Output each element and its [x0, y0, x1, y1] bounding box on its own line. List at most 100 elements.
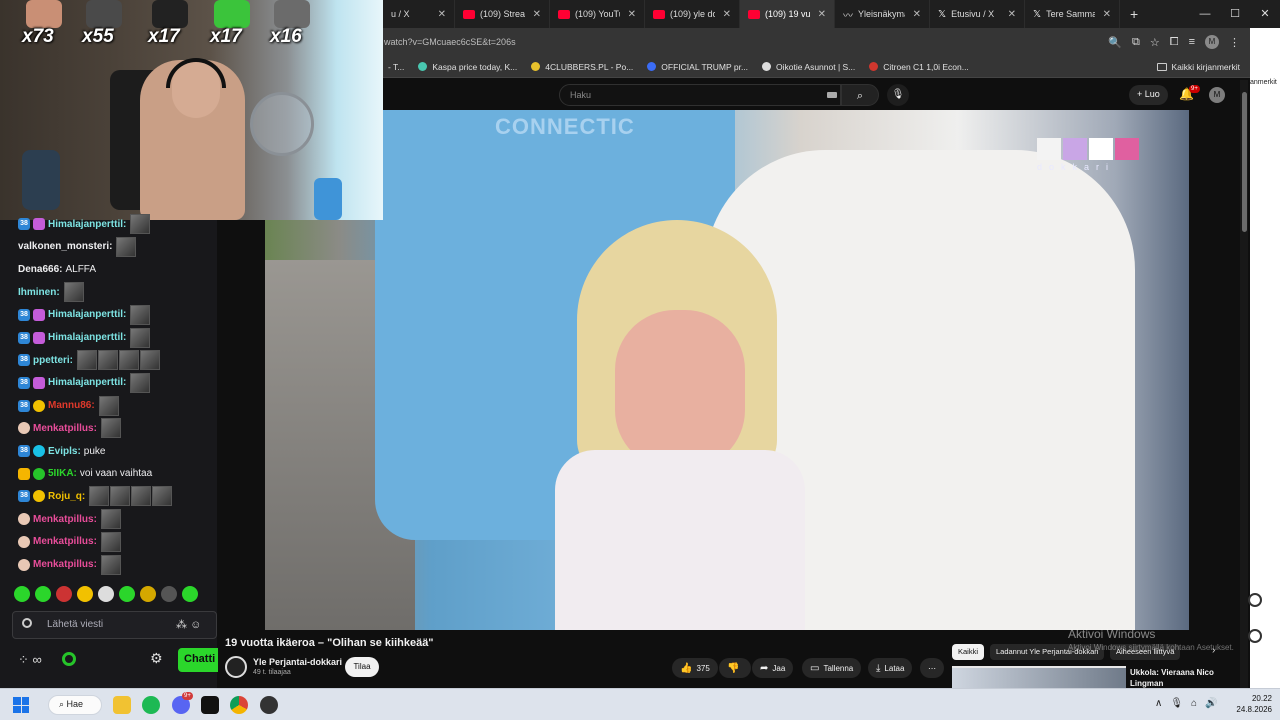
keyboard-icon[interactable]: [827, 92, 837, 98]
chat-badge-icon[interactable]: [33, 399, 45, 412]
chip-all[interactable]: Kaikki: [952, 644, 985, 660]
close-tab-icon[interactable]: ✕: [818, 9, 826, 20]
smiley-icon[interactable]: ☺: [190, 619, 201, 631]
more-actions-button[interactable]: ⋯: [920, 658, 944, 678]
browser-tab[interactable]: 𝕏 Etusivu / X ✕: [930, 0, 1025, 28]
microphone-icon[interactable]: 🎙: [887, 84, 909, 106]
bookmarks-folder[interactable]: Kaikki kirjanmerkit: [1156, 56, 1240, 78]
subscribe-button[interactable]: Tilaa: [345, 657, 379, 677]
video-player[interactable]: CONNECTIC dokkari: [265, 110, 1189, 630]
chevron-up-icon[interactable]: ∧: [1155, 698, 1162, 709]
taskbar-clock[interactable]: 20.22 24.8.2026: [1232, 693, 1272, 715]
chat-username[interactable]: Menkatpillus:: [33, 536, 97, 547]
bookmark-item[interactable]: - T...: [388, 62, 404, 72]
chat-badge-icon[interactable]: 38: [18, 399, 30, 412]
chat-username[interactable]: Roju_q:: [48, 491, 85, 502]
quick-emote-icon[interactable]: [35, 586, 51, 602]
share-button[interactable]: ➦ Jaa: [752, 658, 794, 678]
bookmark-item[interactable]: OFFICIAL TRUMP pr...: [647, 62, 748, 72]
chat-badge-icon[interactable]: 38: [18, 354, 30, 367]
chat-username[interactable]: Menkatpillus:: [33, 514, 97, 525]
quick-emote-icon[interactable]: [161, 586, 177, 602]
quick-emote-icon[interactable]: [56, 586, 72, 602]
chat-badge-icon[interactable]: [33, 490, 45, 503]
speaker-icon[interactable]: 🔊: [1205, 698, 1217, 709]
chat-username[interactable]: Dena666:: [18, 264, 62, 275]
quick-emote-icon[interactable]: [98, 586, 114, 602]
save-button[interactable]: ▭ Tallenna: [802, 658, 862, 678]
browser-tab[interactable]: 〰 Yleisnäkymä ✕: [835, 0, 930, 28]
maximize-icon[interactable]: ☐: [1220, 0, 1250, 28]
channel-avatar[interactable]: [225, 656, 247, 678]
browser-menu-icon[interactable]: ⋮: [1229, 36, 1240, 49]
quick-emote-icon[interactable]: [77, 586, 93, 602]
minimize-icon[interactable]: —: [1190, 0, 1220, 28]
create-button[interactable]: + Luo: [1129, 85, 1168, 105]
close-tab-icon[interactable]: ✕: [913, 9, 921, 20]
browser-tab[interactable]: 𝕏 Tere Sammal ✕: [1025, 0, 1120, 28]
bookmark-star-icon[interactable]: ☆: [1150, 36, 1160, 49]
chat-badge-icon[interactable]: 38: [18, 218, 30, 230]
chat-username[interactable]: Evipls:: [48, 446, 81, 457]
record-icon[interactable]: [1248, 629, 1262, 643]
chat-badge-icon[interactable]: [33, 376, 45, 389]
chat-badge-icon[interactable]: [18, 422, 30, 435]
bookmark-item[interactable]: Oikotie Asunnot | S...: [762, 62, 855, 72]
chat-username[interactable]: Menkatpillus:: [33, 423, 97, 434]
mic-icon[interactable]: 🎙: [1170, 698, 1183, 709]
zoom-icon[interactable]: 🔍: [1108, 36, 1122, 49]
chat-username[interactable]: Menkatpillus:: [33, 559, 97, 570]
quick-emote-icon[interactable]: [119, 586, 135, 602]
capcut-icon[interactable]: [201, 696, 219, 714]
chat-points-icon[interactable]: [22, 618, 32, 628]
chrome-icon[interactable]: [230, 696, 248, 714]
close-tab-icon[interactable]: ✕: [1008, 9, 1016, 20]
new-tab-button[interactable]: +: [1120, 6, 1148, 22]
chat-username[interactable]: Himalajanperttil:: [48, 332, 126, 343]
close-tab-icon[interactable]: ✕: [723, 9, 731, 20]
chat-badge-icon[interactable]: [18, 513, 30, 526]
close-tab-icon[interactable]: ✕: [1103, 9, 1111, 20]
bookmark-item[interactable]: Citroen C1 1,0i Econ...: [869, 62, 969, 72]
search-input[interactable]: Haku: [559, 84, 841, 106]
quick-emote-icon[interactable]: [182, 586, 198, 602]
chat-badge-icon[interactable]: [18, 467, 30, 480]
chat-username[interactable]: Mannu86:: [48, 400, 95, 411]
close-tab-icon[interactable]: ✕: [628, 9, 636, 20]
reading-list-icon[interactable]: ≡: [1189, 36, 1195, 48]
browser-tab[interactable]: (109) Stream ✕: [455, 0, 550, 28]
chat-badge-icon[interactable]: [33, 445, 45, 457]
like-button[interactable]: 👍 375: [672, 658, 718, 678]
browser-tab[interactable]: (109) YouTub ✕: [550, 0, 645, 28]
chat-tools-icon[interactable]: ⁘ ∞: [18, 652, 42, 668]
gear-icon[interactable]: ⚙: [150, 650, 163, 667]
chat-username[interactable]: 5IIKA:: [48, 468, 77, 479]
youtube-avatar[interactable]: M: [1209, 87, 1225, 103]
dislike-button[interactable]: 👎: [719, 658, 752, 678]
recording-app-icon[interactable]: [260, 696, 278, 714]
chat-badge-icon[interactable]: 38: [18, 308, 30, 321]
chat-badge-icon[interactable]: 38: [18, 376, 30, 389]
cast-icon[interactable]: ⧉: [1132, 36, 1140, 49]
search-button[interactable]: ⌕: [841, 84, 879, 106]
windows-start-icon[interactable]: [13, 697, 29, 713]
refresh-icon[interactable]: [1248, 593, 1262, 607]
chat-badge-icon[interactable]: [18, 558, 30, 571]
chat-send-button[interactable]: Chatti: [178, 648, 218, 672]
spotify-icon[interactable]: [142, 696, 160, 714]
channel-points-icon[interactable]: [62, 652, 76, 666]
file-explorer-icon[interactable]: [113, 696, 131, 714]
emote-picker-icon[interactable]: ⁂: [176, 619, 187, 631]
quick-emote-icon[interactable]: [140, 586, 156, 602]
chat-badge-icon[interactable]: [33, 218, 45, 230]
bookmark-item[interactable]: Kaspa price today, K...: [418, 62, 517, 72]
browser-tab[interactable]: (109) yle dok ✕: [645, 0, 740, 28]
profile-avatar[interactable]: M: [1205, 35, 1219, 49]
channel-name[interactable]: Yle Perjantai-dokkari: [253, 657, 342, 667]
chat-username[interactable]: ppetteri:: [33, 355, 73, 366]
chat-badge-icon[interactable]: 38: [18, 331, 30, 344]
wifi-icon[interactable]: ⌂: [1191, 698, 1197, 709]
chat-username[interactable]: Himalajanperttil:: [48, 377, 126, 388]
chat-badge-icon[interactable]: [33, 331, 45, 344]
chat-badge-icon[interactable]: [33, 467, 45, 480]
